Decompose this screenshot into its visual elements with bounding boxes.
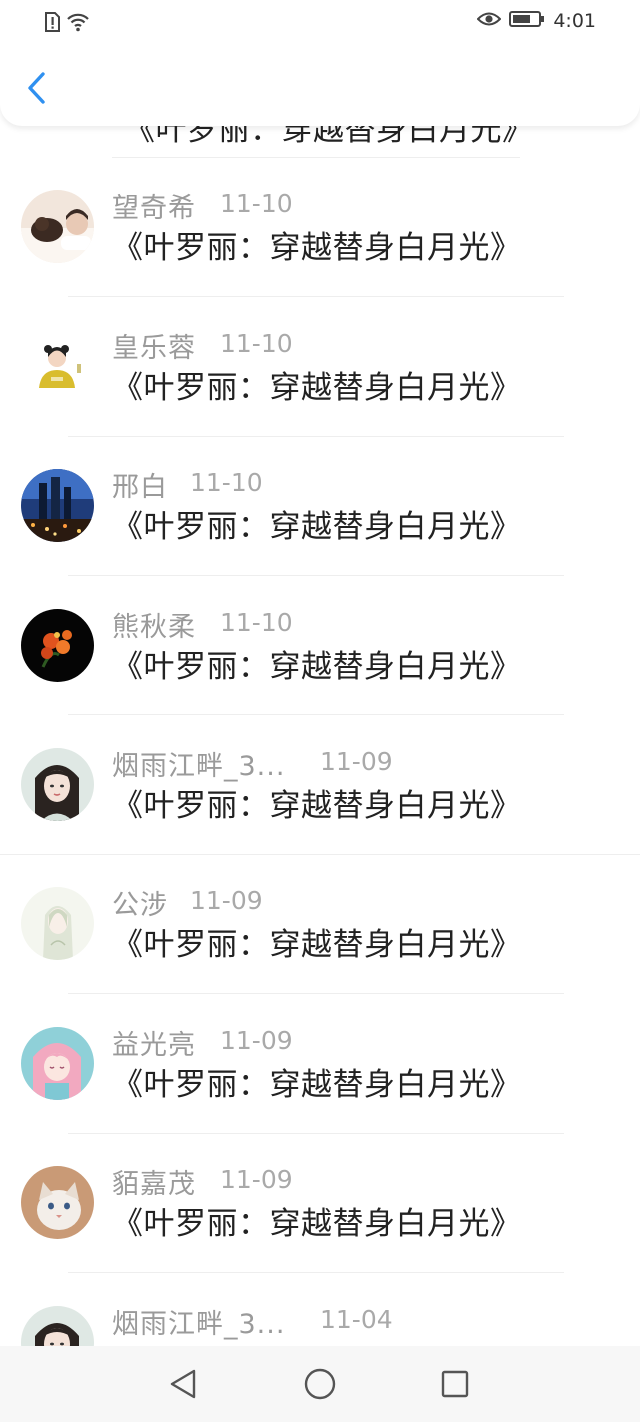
list-divider [112, 157, 520, 158]
avatar[interactable] [21, 469, 94, 542]
user-name[interactable]: 邢白 [112, 465, 168, 504]
recents-square-icon [441, 1370, 469, 1398]
status-right: 4:01 [476, 10, 596, 32]
list-item[interactable]: 公涉 11-09 《叶罗丽：穿越替身白月光》 [0, 869, 640, 1008]
list-item[interactable]: 望奇希 11-10 《叶罗丽：穿越替身白月光》 [0, 172, 640, 311]
wifi-icon [66, 12, 90, 36]
avatar[interactable] [21, 887, 94, 960]
avatar[interactable] [21, 748, 94, 821]
back-button[interactable] [18, 68, 54, 108]
user-name[interactable]: 熊秋柔 [112, 605, 196, 644]
list-divider [68, 436, 564, 437]
nav-back-button[interactable] [163, 1364, 203, 1404]
list-item[interactable]: 烟雨江畔_3... 11-09 《叶罗丽：穿越替身白月光》 [0, 730, 640, 869]
avatar[interactable] [21, 330, 94, 403]
user-name[interactable]: 烟雨江畔_3... [112, 1302, 285, 1341]
list-divider [68, 1133, 564, 1134]
list-item[interactable]: 益光亮 11-09 《叶罗丽：穿越替身白月光》 [0, 1009, 640, 1148]
item-title[interactable]: 《叶罗丽：穿越替身白月光》 [112, 362, 522, 407]
item-date: 11-09 [320, 747, 393, 776]
chevron-left-icon [28, 72, 45, 104]
item-date: 11-10 [220, 189, 293, 218]
system-nav-bar [0, 1346, 640, 1422]
avatar[interactable] [21, 190, 94, 263]
status-bar: 4:01 [0, 0, 640, 44]
list-divider [68, 714, 564, 715]
avatar[interactable] [21, 609, 94, 682]
list-divider [0, 854, 640, 855]
avatar[interactable] [21, 1027, 94, 1100]
nav-home-button[interactable] [300, 1364, 340, 1404]
list-item[interactable]: 貊嘉茂 11-09 《叶罗丽：穿越替身白月光》 [0, 1148, 640, 1287]
item-date: 11-10 [220, 329, 293, 358]
user-name[interactable]: 公涉 [112, 883, 168, 922]
status-left [44, 12, 90, 36]
status-time: 4:01 [553, 10, 596, 32]
item-date: 11-09 [190, 886, 263, 915]
avatar[interactable] [21, 1306, 94, 1346]
comment-list[interactable]: 《叶罗丽：穿越替身白月光》 望奇希 11-10 《叶罗丽：穿越替身白月光》 皇乐… [0, 0, 640, 1346]
alert-icon [44, 12, 60, 36]
user-name[interactable]: 皇乐蓉 [112, 326, 196, 365]
item-date: 11-10 [220, 608, 293, 637]
app-screen: 4:01 《叶罗丽：穿越替身白月光》 望奇希 11-10 《叶罗丽：穿越替身白月… [0, 0, 640, 1422]
item-title[interactable]: 《叶罗丽：穿越替身白月光》 [112, 919, 522, 964]
list-divider [68, 296, 564, 297]
list-divider [68, 1272, 564, 1273]
list-divider [68, 575, 564, 576]
item-date: 11-09 [220, 1165, 293, 1194]
list-divider [68, 993, 564, 994]
user-name[interactable]: 益光亮 [112, 1023, 196, 1062]
top-header [0, 44, 640, 126]
back-triangle-icon [170, 1369, 196, 1399]
item-title[interactable]: 《叶罗丽：穿越替身白月光》 [112, 501, 522, 546]
battery-icon [509, 10, 545, 32]
item-title[interactable]: 《叶罗丽：穿越替身白月光》 [112, 1059, 522, 1104]
item-date: 11-09 [220, 1026, 293, 1055]
avatar[interactable] [21, 1166, 94, 1239]
user-name[interactable]: 烟雨江畔_3... [112, 744, 285, 783]
eye-icon [476, 11, 502, 31]
list-item[interactable]: 烟雨江畔_3... 11-04 [0, 1288, 640, 1346]
item-title[interactable]: 《叶罗丽：穿越替身白月光》 [112, 780, 522, 825]
list-item[interactable]: 皇乐蓉 11-10 《叶罗丽：穿越替身白月光》 [0, 312, 640, 451]
user-name[interactable]: 望奇希 [112, 186, 196, 225]
item-date: 11-04 [320, 1305, 393, 1334]
item-date: 11-10 [190, 468, 263, 497]
item-title[interactable]: 《叶罗丽：穿越替身白月光》 [112, 641, 522, 686]
home-circle-icon [304, 1368, 336, 1400]
nav-recents-button[interactable] [435, 1364, 475, 1404]
list-item[interactable]: 熊秋柔 11-10 《叶罗丽：穿越替身白月光》 [0, 591, 640, 730]
list-item[interactable]: 邢白 11-10 《叶罗丽：穿越替身白月光》 [0, 451, 640, 590]
item-title[interactable]: 《叶罗丽：穿越替身白月光》 [112, 1198, 522, 1243]
item-title[interactable]: 《叶罗丽：穿越替身白月光》 [112, 222, 522, 267]
user-name[interactable]: 貊嘉茂 [112, 1162, 196, 1201]
